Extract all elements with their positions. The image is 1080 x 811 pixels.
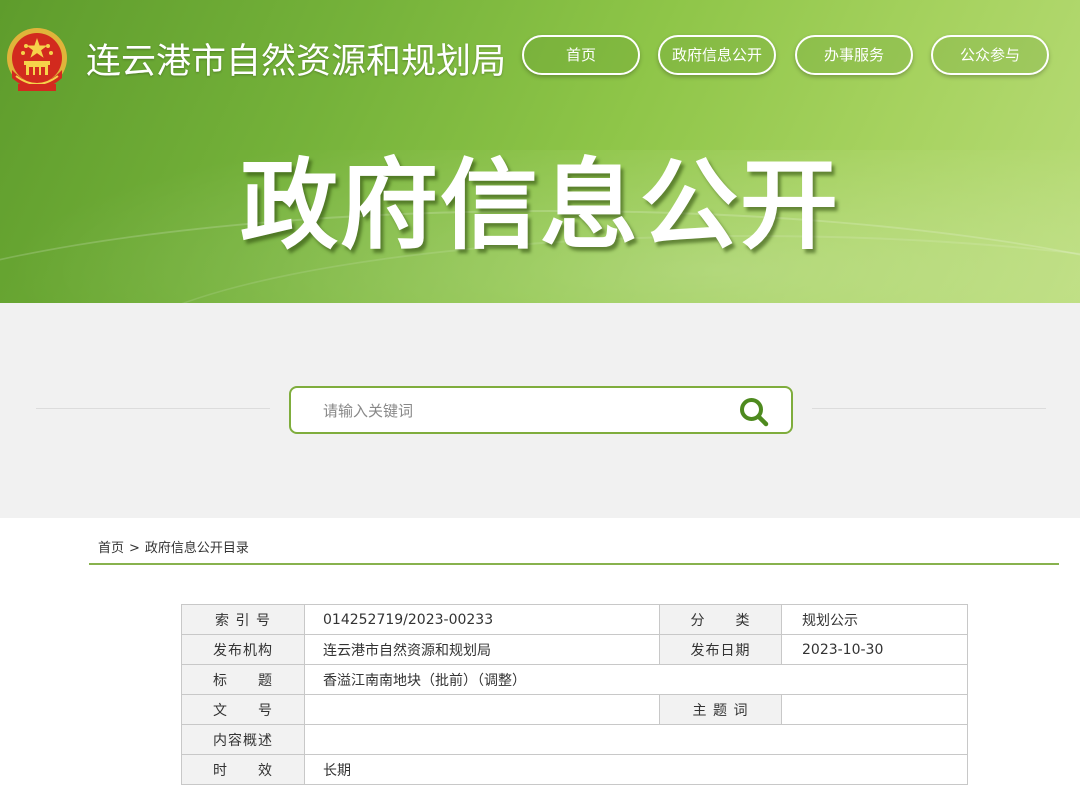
nav-participation-button[interactable]: 公众参与	[931, 35, 1049, 75]
title-value: 香溢江南南地块（批前）（调整）	[304, 664, 968, 695]
subject-value	[781, 694, 968, 725]
nav-services-button[interactable]: 办事服务	[795, 35, 913, 75]
table-row: 发布机构 连云港市自然资源和规划局 发布日期 2023-10-30	[181, 634, 968, 665]
info-table: 索 引 号 014252719/2023-00233 分 类 规划公示 发布机构…	[181, 604, 968, 785]
hero-title: 政府信息公开	[239, 149, 840, 263]
site-title[interactable]: 连云港市自然资源和规划局	[86, 33, 506, 84]
breadcrumb-current-link[interactable]: 政府信息公开目录	[145, 541, 249, 556]
divider-line	[812, 408, 1046, 409]
summary-label: 内容概述	[181, 724, 305, 755]
doc-no-value	[304, 694, 660, 725]
nav-home-button[interactable]: 首页	[522, 35, 640, 75]
national-emblem-icon[interactable]	[4, 26, 70, 94]
breadcrumb: 首页 > 政府信息公开目录	[98, 537, 249, 556]
table-row: 内容概述	[181, 724, 968, 755]
summary-value	[304, 724, 968, 755]
index-value: 014252719/2023-00233	[304, 604, 660, 635]
validity-value: 长期	[304, 754, 968, 785]
table-row: 文 号 主 题 词	[181, 694, 968, 725]
table-row: 标 题 香溢江南南地块（批前）（调整）	[181, 664, 968, 695]
date-value: 2023-10-30	[781, 634, 968, 665]
search-section	[0, 303, 1080, 518]
search-box	[289, 386, 793, 434]
nav-gov-info-button[interactable]: 政府信息公开	[658, 35, 776, 75]
publisher-value: 连云港市自然资源和规划局	[304, 634, 660, 665]
validity-label: 时 效	[181, 754, 305, 785]
header-banner: 连云港市自然资源和规划局 首页 政府信息公开 办事服务 公众参与 政府信息公开	[0, 0, 1080, 303]
search-icon[interactable]	[737, 395, 771, 429]
category-label: 分 类	[659, 604, 782, 635]
category-value: 规划公示	[781, 604, 968, 635]
divider-line	[36, 408, 270, 409]
breadcrumb-home-link[interactable]: 首页	[98, 541, 124, 556]
publisher-label: 发布机构	[181, 634, 305, 665]
table-row: 时 效 长期	[181, 754, 968, 785]
table-row: 索 引 号 014252719/2023-00233 分 类 规划公示	[181, 604, 968, 635]
doc-no-label: 文 号	[181, 694, 305, 725]
index-label: 索 引 号	[181, 604, 305, 635]
search-input[interactable]	[321, 396, 725, 426]
subject-label: 主 题 词	[659, 694, 782, 725]
breadcrumb-separator: >	[129, 541, 140, 556]
date-label: 发布日期	[659, 634, 782, 665]
title-label: 标 题	[181, 664, 305, 695]
breadcrumb-divider	[89, 563, 1059, 565]
